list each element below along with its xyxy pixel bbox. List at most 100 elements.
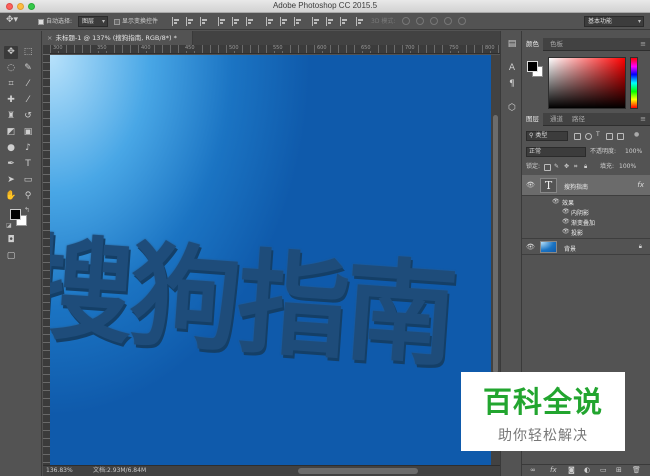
tab-channels[interactable]: 通道 [546,113,567,126]
effect-row[interactable]: 👁︎ 投影 [522,227,650,237]
add-style-icon[interactable]: fx [550,466,557,474]
3d-panel-icon[interactable]: ⬡ [506,103,518,113]
blend-mode-dropdown[interactable]: 正常 [526,147,586,157]
close-tab-icon[interactable]: × [47,34,52,42]
path-selection-tool-icon[interactable]: ➤ [4,174,18,187]
slide-3d-icon[interactable] [444,17,452,25]
color-panel-foreground-swatch[interactable] [527,61,538,72]
auto-align-icon[interactable] [356,17,364,26]
distribute-top-icon[interactable] [266,17,274,26]
lasso-tool-icon[interactable]: ◌ [4,62,18,75]
effect-eye-icon[interactable]: 👁︎ [562,228,570,235]
healing-brush-tool-icon[interactable]: ✚ [4,94,18,107]
zoom-level[interactable]: 136.83% [46,466,73,476]
align-vertical-center-icon[interactable] [186,17,194,26]
brush-tool-icon[interactable]: ⁄ [21,94,35,107]
eraser-tool-icon[interactable]: ◩ [4,126,18,139]
blur-tool-icon[interactable]: ● [4,142,18,155]
rotate-3d-icon[interactable] [402,17,410,25]
adjustment-layer-icon[interactable]: ◐ [584,466,590,474]
ruler-origin[interactable] [43,45,50,54]
history-brush-tool-icon[interactable]: ↺ [21,110,35,123]
effects-group-row[interactable]: 👁︎ 效果 [522,197,650,207]
visibility-eye-icon[interactable]: 👁︎ [526,181,535,189]
effect-row[interactable]: 👁︎ 内阴影 [522,207,650,217]
character-panel-icon[interactable]: A [506,63,518,73]
effect-eye-icon[interactable]: 👁︎ [562,218,570,225]
swap-colors-icon[interactable]: ↰ [24,206,30,214]
screen-mode-icon[interactable]: ▢ [4,250,18,263]
eyedropper-tool-icon[interactable]: ⁄ [21,78,35,91]
filter-smartobject-icon[interactable] [617,133,624,140]
auto-select-dropdown[interactable]: 图层 [78,16,108,27]
effect-eye-icon[interactable]: 👁︎ [562,208,570,215]
distribute-hcenter-icon[interactable] [326,17,334,26]
layer-effects-icon[interactable]: fx [637,181,644,189]
crop-tool-icon[interactable]: ⌗ [4,78,18,91]
lock-transparent-icon[interactable] [544,164,551,171]
fill-value[interactable]: 100% [619,162,636,172]
drag-3d-icon[interactable] [430,17,438,25]
lock-position-icon[interactable]: ✥ [564,162,569,172]
quick-mask-icon[interactable]: ◘ [4,234,18,247]
lock-artboard-icon[interactable]: ⌗ [574,162,577,172]
distribute-bottom-icon[interactable] [294,17,302,26]
horizontal-scroll-thumb[interactable] [298,468,418,474]
layers-panel-menu-icon[interactable]: ≡ [640,115,646,123]
document-canvas[interactable]: 搜狗指南 [50,55,491,465]
delete-layer-icon[interactable]: 🗑︎ [632,466,641,474]
gradient-tool-icon[interactable]: ▣ [21,126,35,139]
align-top-icon[interactable] [172,17,180,26]
filter-adjustment-icon[interactable] [585,133,592,140]
visibility-eye-icon[interactable]: 👁︎ [526,243,535,251]
lock-all-icon[interactable]: 🔒︎ [584,162,587,172]
default-colors-icon[interactable]: ◪ [6,222,12,229]
layer-filter-dropdown[interactable]: ⚲ 类型 [526,131,568,141]
paragraph-panel-icon[interactable]: ¶ [506,79,518,89]
move-tool-icon[interactable]: ✥ [4,46,18,59]
type-tool-icon[interactable]: T [21,158,35,171]
layer-row-background[interactable]: 👁︎ 背景 🔒︎ [522,238,650,255]
roll-3d-icon[interactable] [416,17,424,25]
clone-stamp-tool-icon[interactable]: ♜ [4,110,18,123]
align-right-icon[interactable] [246,17,254,26]
hand-tool-icon[interactable]: ✋ [4,190,18,203]
document-tab[interactable]: × 未标题-1 @ 137% (搜狗指南, RGB/8*) * [43,31,193,45]
move-tool-preset-icon[interactable]: ✥▾ [6,15,18,26]
tab-layers[interactable]: 图层 [522,113,543,126]
rectangle-tool-icon[interactable]: ▭ [21,174,35,187]
distribute-center-icon[interactable] [280,17,288,26]
hue-slider[interactable] [630,57,638,109]
zoom-tool-icon[interactable]: ⚲ [21,190,35,203]
tab-color[interactable]: 颜色 [522,38,543,51]
canvas-text-layer[interactable]: 搜狗指南 [50,197,459,389]
marquee-tool-icon[interactable]: ⬚ [21,46,35,59]
filter-toggle-icon[interactable]: ● [634,130,639,140]
distribute-right-icon[interactable] [340,17,348,26]
panel-menu-icon[interactable]: ≡ [640,40,646,48]
tab-paths[interactable]: 路径 [568,113,589,126]
foreground-color-swatch[interactable] [10,209,21,220]
new-layer-icon[interactable]: ⊞ [616,466,622,474]
auto-select-checkbox[interactable]: 自动选择: [38,16,72,27]
effects-eye-icon[interactable]: 👁︎ [552,198,560,205]
opacity-value[interactable]: 100% [625,147,642,157]
show-transform-checkbox[interactable]: 显示变换控件 [114,16,158,27]
dodge-tool-icon[interactable]: ♪ [21,142,35,155]
add-mask-icon[interactable]: ◙ [568,466,575,474]
scale-3d-icon[interactable] [458,17,466,25]
workspace-dropdown[interactable]: 基本功能 [584,16,644,27]
filter-type-icon[interactable]: T [596,130,600,140]
filter-shape-icon[interactable] [606,133,613,140]
history-panel-icon[interactable]: ▤ [506,39,518,49]
effect-row[interactable]: 👁︎ 渐变叠加 [522,217,650,227]
new-group-icon[interactable]: ▭ [600,466,607,474]
lock-image-icon[interactable]: ✎ [554,162,559,172]
tab-swatches[interactable]: 色板 [546,38,567,51]
align-left-icon[interactable] [218,17,226,26]
link-layers-icon[interactable]: ∞ [530,466,536,474]
vertical-scroll-thumb[interactable] [493,115,498,373]
layer-row-text[interactable]: 👁︎ T 搜狗指南 fx [522,175,650,196]
pen-tool-icon[interactable]: ✒ [4,158,18,171]
color-spectrum-picker[interactable] [548,57,626,109]
